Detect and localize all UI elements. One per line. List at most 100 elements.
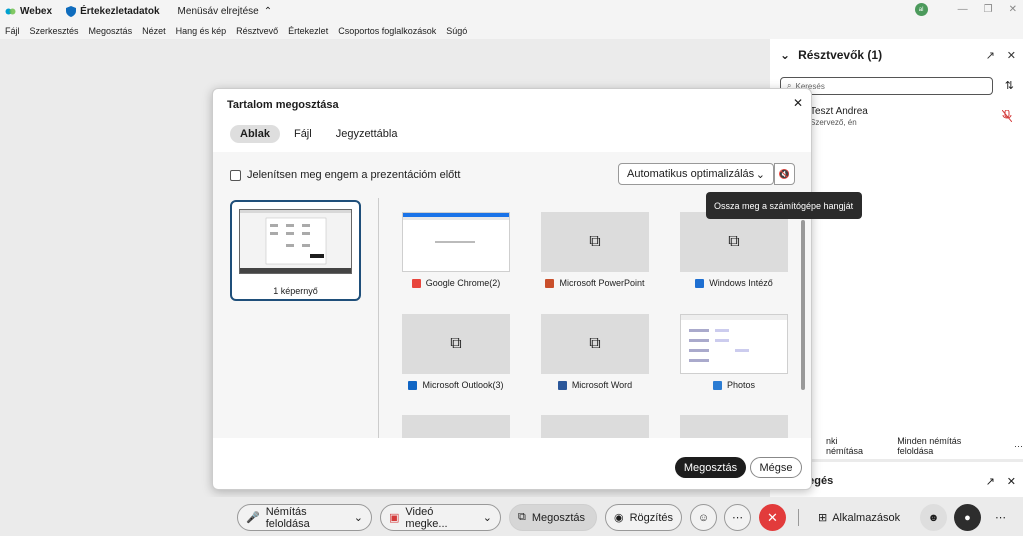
mute-all-button[interactable]: nki némítása (826, 436, 871, 456)
window-option-partial[interactable] (402, 415, 510, 438)
sort-icon[interactable]: ⇅ (1005, 79, 1014, 92)
close-panel-icon[interactable]: ✕ (1007, 475, 1016, 488)
menu-participant[interactable]: Résztvevő (236, 26, 278, 36)
close-icon: ✕ (767, 509, 778, 525)
participants-header[interactable]: ⌄ Résztvevők (1) (780, 48, 882, 62)
screen-option[interactable]: 1 képernyő (230, 200, 361, 301)
share-audio-button[interactable]: 🔇 (774, 163, 795, 185)
speaker-muted-icon: 🔇 (778, 168, 791, 179)
photos-preview-image (681, 315, 787, 362)
window-option-partial[interactable] (680, 415, 788, 438)
tab-file[interactable]: Fájl (284, 125, 322, 143)
participants-toggle-button[interactable]: ☻ (920, 504, 947, 531)
window-option-powerpoint[interactable]: ⧉ Microsoft PowerPoint (541, 212, 649, 288)
menu-audio-video[interactable]: Hang és kép (176, 26, 227, 36)
participants-title: Résztvevők (1) (798, 48, 883, 62)
list-item[interactable]: Teszt Andrea Szervező, én (810, 106, 868, 127)
shield-icon (66, 5, 77, 17)
window-controls: al — ❐ ✕ (914, 3, 1017, 16)
window-label: Microsoft Word (571, 380, 633, 390)
explorer-icon (695, 278, 705, 288)
dialog-title: Tartalom megosztása (227, 99, 339, 111)
meeting-info-button[interactable]: Értekezletadatok (66, 5, 160, 17)
screen-preview-image (240, 210, 351, 273)
title-bar: Webex Értekezletadatok Menüsáv elrejtése… (0, 0, 1023, 22)
participant-role: Szervező, én (810, 118, 857, 127)
window-thumbnail: ⧉ (402, 314, 510, 374)
chrome-preview-image (403, 213, 509, 243)
apps-label: Alkalmazások (832, 511, 901, 524)
hide-menu-label: Menüsáv elrejtése (177, 5, 259, 17)
close-icon[interactable]: ✕ (793, 96, 803, 110)
popout-icon[interactable]: ↗ (986, 49, 995, 62)
window-option-outlook[interactable]: ⧉ Microsoft Outlook(3) (402, 314, 510, 390)
unmute-button[interactable]: 🎤 Némítás feloldása ⌄ (237, 504, 372, 531)
more-panels-icon[interactable]: ⋯ (995, 511, 1006, 524)
chevron-down-icon: ⌄ (755, 168, 765, 181)
person-icon: ☻ (927, 511, 940, 524)
photos-icon (712, 380, 722, 390)
show-me-checkbox[interactable] (230, 169, 241, 181)
optimize-dropdown[interactable]: Automatikus optimalizálás ⌄ (618, 163, 774, 185)
maximize-icon[interactable]: ❐ (984, 4, 993, 15)
avatar[interactable]: al (914, 3, 928, 16)
show-me-label: Jelenítsen meg engem a prezentációm előt… (247, 169, 461, 181)
share-window-icon: ⧉ (589, 233, 601, 250)
unmute-all-button[interactable]: Minden némítás feloldása (897, 436, 988, 456)
scrollbar[interactable] (799, 212, 807, 434)
chevron-down-icon: ⌄ (353, 512, 363, 524)
tab-whiteboard[interactable]: Jegyzettábla (326, 125, 408, 143)
window-option-photos[interactable]: Photos (680, 314, 788, 390)
more-icon: ⋯ (732, 512, 743, 524)
tab-window[interactable]: Ablak (230, 125, 280, 143)
scrollbar-thumb[interactable] (801, 220, 805, 390)
record-label: Rögzítés (629, 511, 674, 524)
app-logo: Webex (5, 6, 52, 17)
menu-file[interactable]: Fájl (5, 26, 20, 36)
window-thumbnail (402, 212, 510, 272)
window-thumbnail: ⧉ (541, 212, 649, 272)
menu-breakout[interactable]: Csoportos foglalkozások (338, 26, 436, 36)
menu-share[interactable]: Megosztás (89, 26, 133, 36)
more-options-icon[interactable]: ··· (1014, 441, 1023, 451)
share-screen-icon: ⧉ (518, 511, 526, 523)
popout-icon[interactable]: ↗ (986, 475, 995, 488)
meeting-info-label: Értekezletadatok (80, 5, 160, 17)
menu-meeting[interactable]: Értekezlet (288, 26, 328, 36)
window-option-partial[interactable] (541, 415, 649, 438)
chat-toggle-button[interactable]: ● (954, 504, 981, 531)
show-me-option[interactable]: Jelenítsen meg engem a prezentációm előt… (230, 169, 460, 181)
apps-button[interactable]: ⊞ Alkalmazások (818, 511, 901, 525)
minimize-icon[interactable]: — (958, 4, 968, 15)
menu-edit[interactable]: Szerkesztés (30, 26, 79, 36)
close-panel-icon[interactable]: ✕ (1007, 49, 1016, 62)
cancel-button[interactable]: Mégse (750, 457, 802, 478)
mic-muted-icon[interactable] (1002, 110, 1012, 122)
window-thumbnail: ⧉ (680, 212, 788, 272)
window-option-word[interactable]: ⧉ Microsoft Word (541, 314, 649, 390)
hide-menu-button[interactable]: Menüsáv elrejtése ⌃ (178, 6, 273, 17)
share-button[interactable]: Megosztás (675, 457, 746, 478)
window-label: Google Chrome(2) (425, 278, 501, 288)
window-label: Microsoft PowerPoint (559, 278, 645, 288)
tooltip: Ossza meg a számítógépe hangját (706, 192, 862, 219)
reactions-button[interactable]: ☺ (690, 504, 717, 531)
window-option-chrome[interactable]: Google Chrome(2) (402, 212, 510, 288)
unmute-label: Némítás feloldása (265, 505, 310, 530)
share-toolbar-button[interactable]: ⧉ Megosztás (509, 504, 597, 531)
window-option-explorer[interactable]: ⧉ Windows Intéző (680, 212, 788, 288)
window-thumbnail (541, 415, 649, 438)
word-icon (557, 380, 567, 390)
menu-help[interactable]: Súgó (446, 26, 467, 36)
end-meeting-button[interactable]: ✕ (759, 504, 786, 531)
video-label: Videó megke... (405, 505, 448, 530)
record-icon: ◉ (614, 512, 624, 524)
record-button[interactable]: ◉ Rögzítés (605, 504, 682, 531)
start-video-button[interactable]: ▣ Videó megke... ⌄ (380, 504, 501, 531)
app-name: Webex (20, 5, 53, 17)
close-icon[interactable]: ✕ (1009, 4, 1017, 15)
meeting-toolbar: 🎤 Némítás feloldása ⌄ ▣ Videó megke... ⌄… (0, 497, 1023, 536)
menu-view[interactable]: Nézet (142, 26, 166, 36)
more-options-button[interactable]: ⋯ (724, 504, 751, 531)
webex-logo-icon (5, 8, 16, 14)
